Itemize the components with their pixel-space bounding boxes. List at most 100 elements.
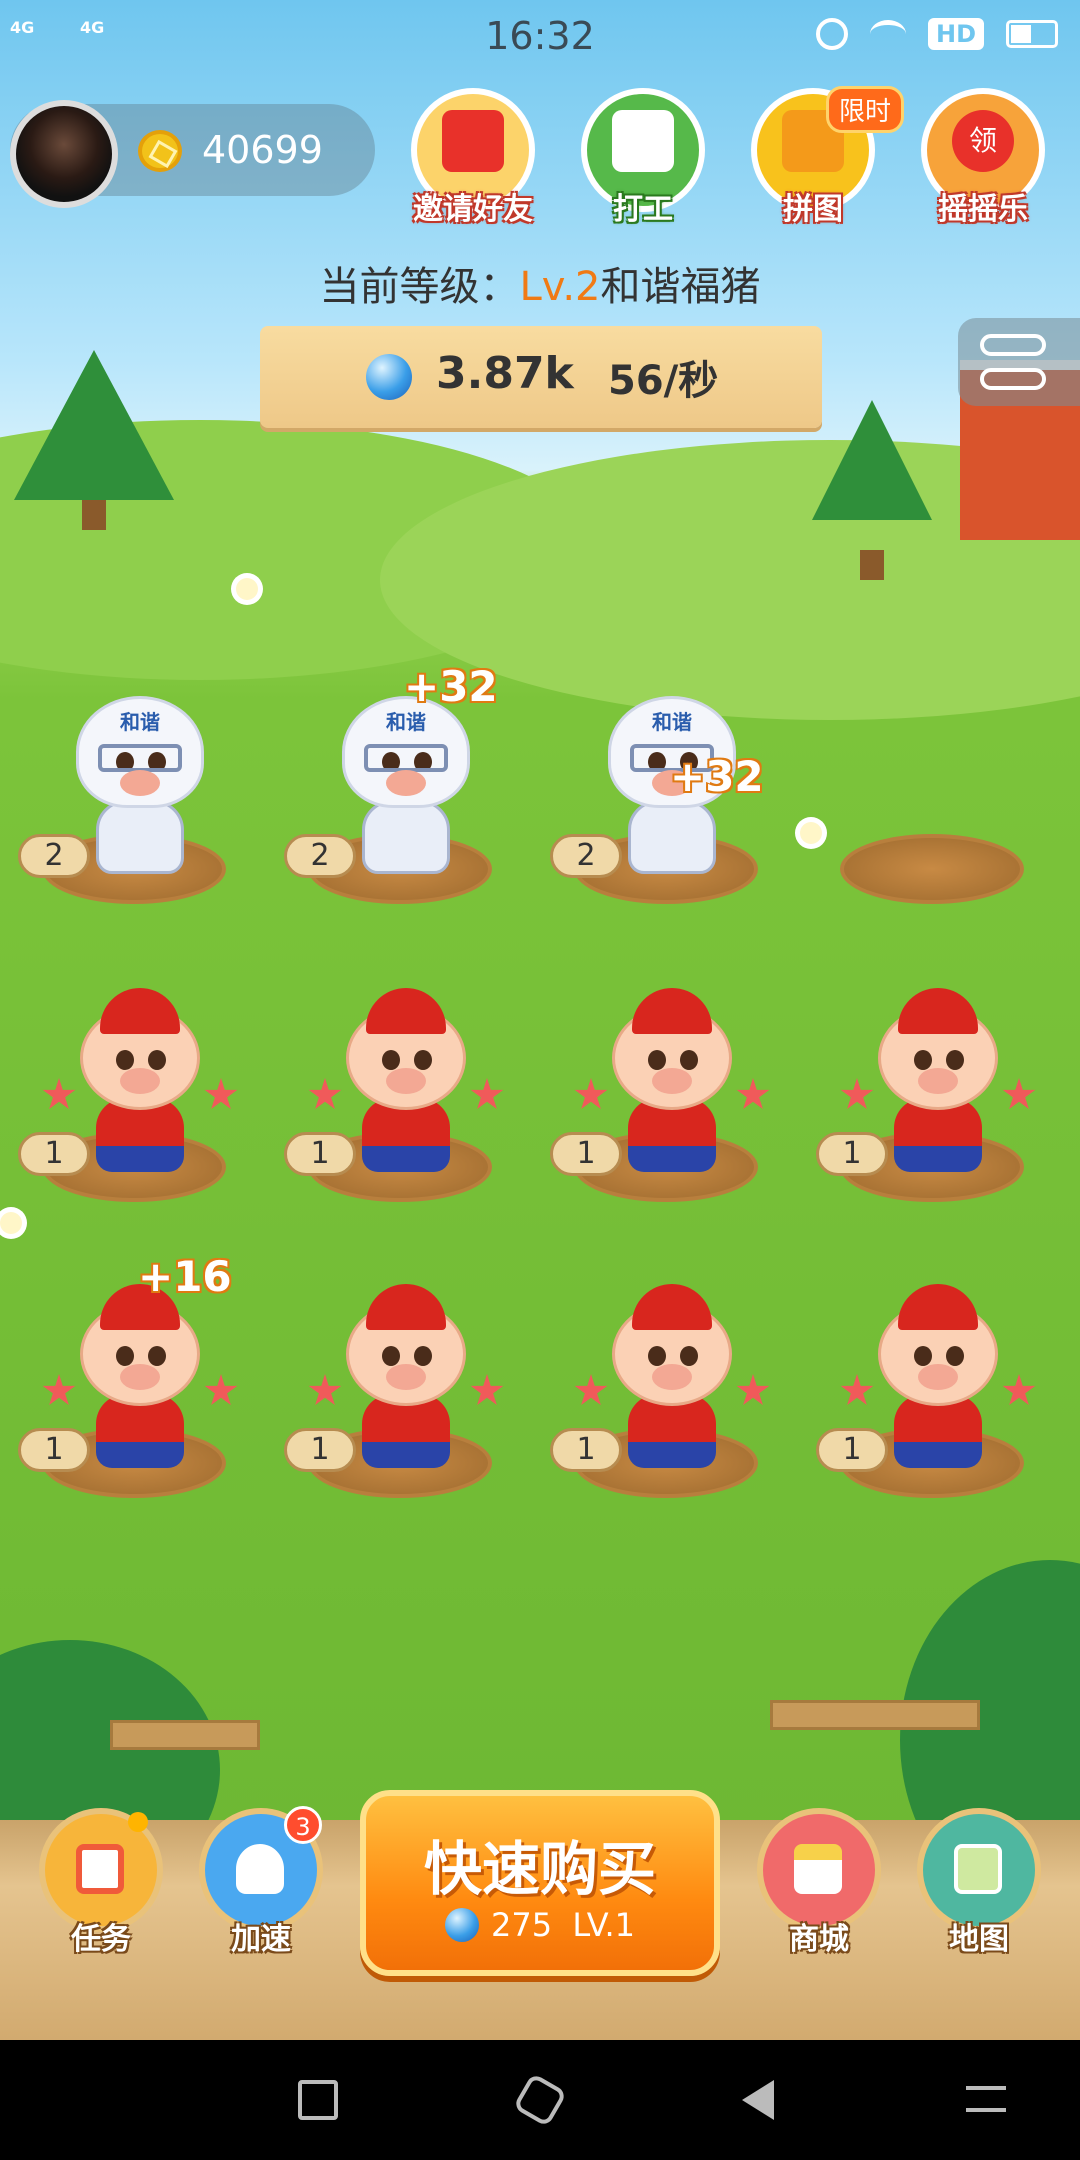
square-icon[interactable]	[298, 2080, 338, 2120]
notification-icon[interactable]	[966, 2086, 1006, 2112]
pig-level-tag: 1	[816, 1132, 888, 1176]
pig-hat	[100, 988, 180, 1034]
level-value: Lv.2	[519, 264, 601, 310]
back-triangle-icon[interactable]	[742, 2080, 774, 2120]
map-button[interactable]: 地图	[914, 1808, 1044, 1958]
toggle-icon	[980, 368, 1046, 390]
quick-buy-label: 快速购买	[423, 1835, 656, 1903]
star-icon	[840, 1078, 874, 1109]
profile-coins-panel: 40699	[10, 100, 375, 208]
pig-body	[628, 800, 716, 874]
pig-plot[interactable]: 和谐 2	[18, 660, 248, 930]
toggle-icon	[980, 334, 1046, 356]
fence	[110, 1720, 260, 1750]
pig-level-tag: 1	[284, 1428, 356, 1472]
pig-eye	[946, 1346, 964, 1366]
star-icon	[470, 1078, 504, 1109]
pig-level-tag: 2	[284, 834, 356, 878]
pig-level-tag: 1	[550, 1428, 622, 1472]
pig-plot[interactable]: 1	[18, 958, 248, 1228]
pig-plot[interactable]: 1	[284, 1254, 514, 1524]
shop-label: 商城	[789, 1922, 849, 1957]
lucky-pig[interactable]	[308, 1282, 504, 1472]
map-icon	[954, 1844, 1002, 1894]
pig-snout	[652, 1068, 692, 1094]
speed-badge: 3	[284, 1806, 322, 1844]
pig-level-tag: 1	[18, 1132, 90, 1176]
star-icon	[308, 1078, 342, 1109]
pig-plot[interactable]: 1	[284, 958, 514, 1228]
star-icon	[736, 1374, 770, 1405]
lucky-shake-button[interactable]: 领 摇摇乐	[918, 88, 1048, 228]
star-icon	[574, 1078, 608, 1109]
lucky-pig[interactable]	[840, 1282, 1036, 1472]
gain-popup: +32	[404, 662, 498, 711]
star-icon	[470, 1374, 504, 1405]
pig-level-tag: 2	[550, 834, 622, 878]
pig-level-tag: 1	[816, 1428, 888, 1472]
buy-level: LV.1	[572, 1906, 636, 1944]
level-name: 和谐福猪	[600, 264, 761, 310]
avatar[interactable]	[10, 100, 118, 208]
pig-snout	[120, 770, 160, 796]
pig-eye	[680, 1050, 698, 1070]
system-navigation-bar	[0, 2040, 1080, 2160]
pig-snout	[386, 770, 426, 796]
work-button[interactable]: 打工	[578, 88, 708, 228]
speed-up-label: 加速	[231, 1922, 291, 1957]
invite-friends-label: 邀请好友	[413, 192, 533, 227]
dirt-patch	[840, 834, 1024, 904]
harmony-pig[interactable]: 和谐	[342, 688, 470, 878]
pig-eye	[382, 1050, 400, 1070]
shop-button[interactable]: 商城	[754, 1808, 884, 1958]
lucky-pig[interactable]	[308, 986, 504, 1176]
wifi-icon	[869, 20, 906, 48]
puzzle-button[interactable]: 限时 拼图	[748, 86, 904, 228]
star-icon	[204, 1078, 238, 1109]
pig-eye	[946, 1050, 964, 1070]
gem-board: 3.87k 56/秒	[260, 326, 822, 428]
star-icon	[1002, 1078, 1036, 1109]
pig-eye	[382, 1346, 400, 1366]
pig-eye	[648, 1050, 666, 1070]
gem-total: 3.87k	[436, 348, 574, 399]
pig-plot[interactable]: 1	[816, 958, 1046, 1228]
lucky-shake-label: 摇摇乐	[938, 192, 1028, 227]
pig-plot[interactable]: 1	[816, 1254, 1046, 1524]
settings-toggle-button[interactable]	[958, 318, 1080, 406]
pig-snout	[918, 1364, 958, 1390]
pig-eye	[914, 1050, 932, 1070]
battery-icon	[1006, 20, 1058, 48]
pig-eye	[414, 1050, 432, 1070]
pine-tree	[14, 350, 174, 530]
pig-eye	[648, 1346, 666, 1366]
lucky-pig[interactable]	[840, 986, 1036, 1176]
lucky-pig[interactable]	[574, 1282, 770, 1472]
pine-tree	[812, 400, 932, 580]
star-icon	[42, 1374, 76, 1405]
empty-plot[interactable]	[816, 660, 1046, 930]
work-label: 打工	[613, 192, 673, 227]
lucky-pig[interactable]	[42, 1282, 238, 1472]
pig-eye	[148, 1346, 166, 1366]
quick-buy-button[interactable]: 快速购买 275 LV.1	[360, 1790, 720, 1976]
gem-rate: 56/秒	[608, 358, 719, 404]
pig-plot[interactable]: 1	[550, 958, 780, 1228]
helmet-label: 和谐	[652, 710, 692, 734]
lucky-pig[interactable]	[42, 986, 238, 1176]
pig-snout	[918, 1068, 958, 1094]
tasks-button[interactable]: 任务	[36, 1808, 166, 1958]
lucky-pig[interactable]	[574, 986, 770, 1176]
fence	[770, 1700, 980, 1730]
speed-up-button[interactable]: 3 加速	[196, 1806, 326, 1958]
harmony-pig[interactable]: 和谐	[76, 688, 204, 878]
star-icon	[1002, 1374, 1036, 1405]
star-icon	[574, 1374, 608, 1405]
quick-buy-price: 275 LV.1	[366, 1906, 714, 1944]
flower	[236, 578, 258, 600]
hexagon-home-icon[interactable]	[512, 2072, 568, 2128]
coin-count: 40699	[202, 128, 323, 172]
pig-plot[interactable]: 1	[550, 1254, 780, 1524]
helmet-label: 和谐	[120, 710, 160, 734]
invite-friends-button[interactable]: 邀请好友	[408, 88, 538, 228]
